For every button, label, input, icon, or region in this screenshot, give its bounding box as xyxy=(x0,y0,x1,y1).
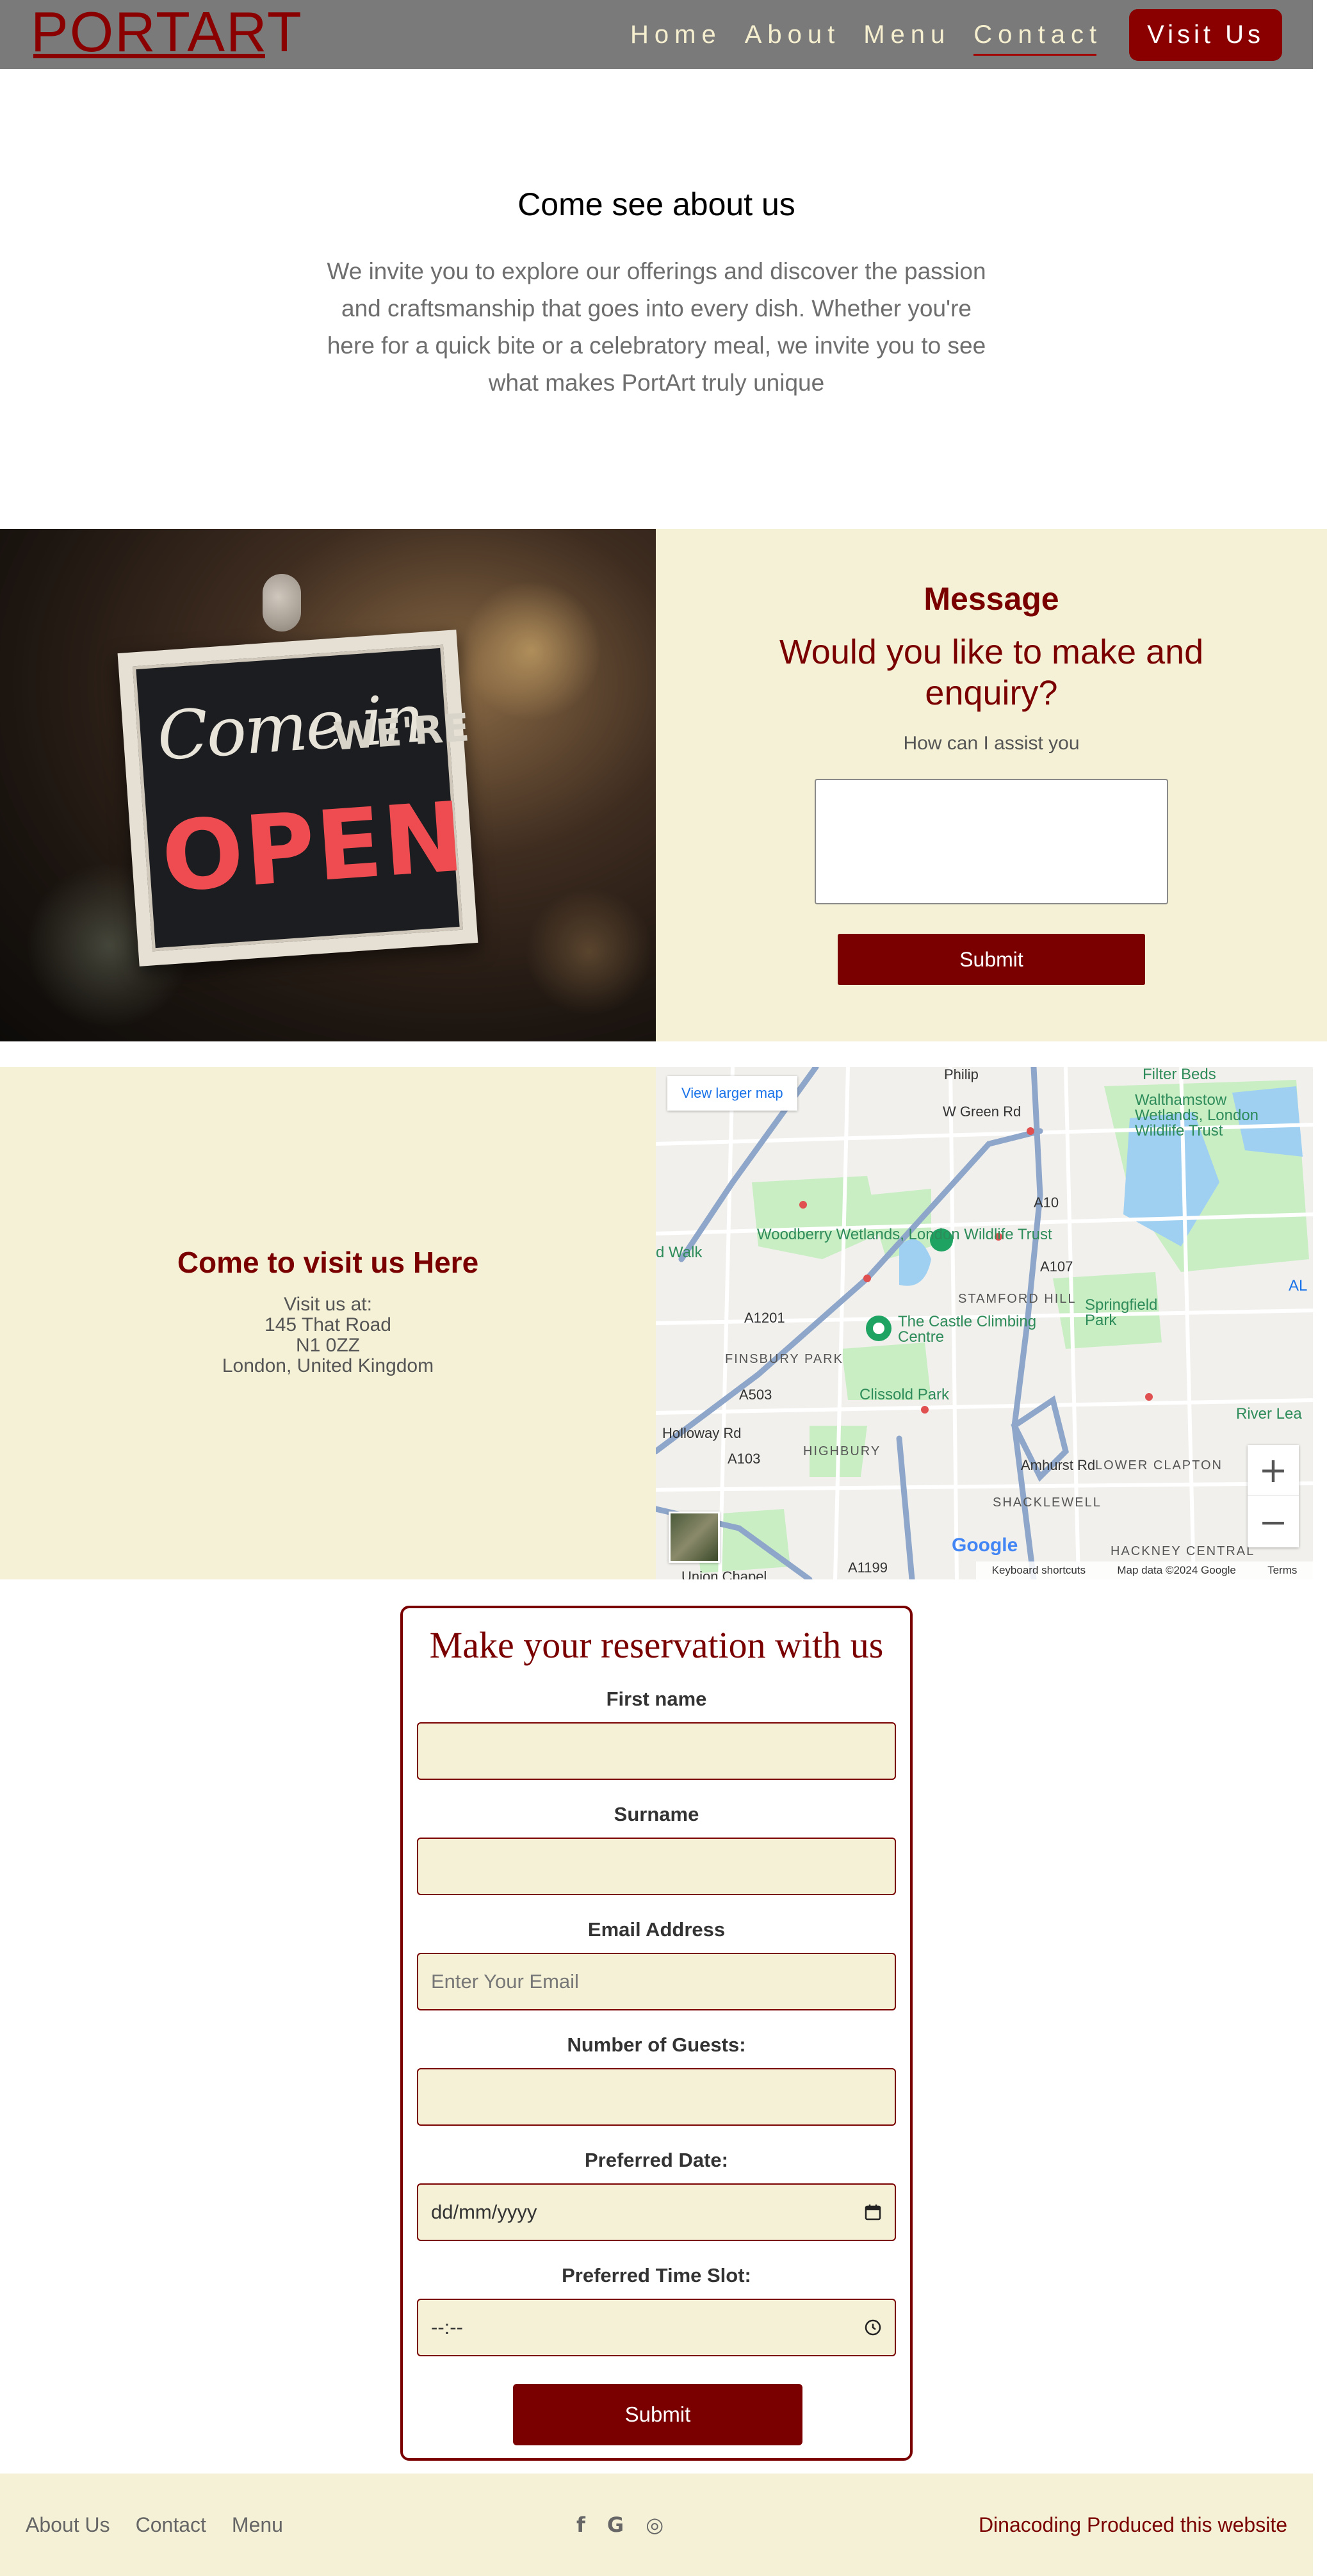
map-label-holloway: Holloway Rd xyxy=(662,1425,742,1441)
google-icon[interactable]: G xyxy=(607,2513,624,2537)
view-larger-map-link[interactable]: View larger map xyxy=(667,1076,797,1111)
top-nav: PORTART Home About Menu Contact Visit Us xyxy=(0,0,1313,69)
footer-link-menu[interactable]: Menu xyxy=(232,2513,283,2537)
open-sign: Come in WE'RE OPEN xyxy=(117,630,478,966)
first-name-label: First name xyxy=(606,1688,707,1710)
terms-link[interactable]: Terms xyxy=(1267,1564,1297,1577)
map-label-finsbury: FINSBURY PARK xyxy=(725,1352,843,1366)
map-zoom-controls: + − xyxy=(1248,1445,1299,1547)
map-label-shacklewell: SHACKLEWELL xyxy=(993,1496,1102,1510)
map-label-river-lea: River Lea xyxy=(1236,1405,1302,1423)
clock-icon[interactable] xyxy=(864,2319,882,2336)
map-label-d-walk: d Walk xyxy=(656,1244,703,1261)
keyboard-shortcuts-link[interactable]: Keyboard shortcuts xyxy=(992,1564,1086,1577)
sign-open: OPEN xyxy=(158,781,469,914)
reservation-submit-button[interactable]: Submit xyxy=(513,2384,802,2445)
bokeh-light xyxy=(525,888,653,1016)
message-help-label: How can I assist you xyxy=(903,733,1080,754)
message-submit-button[interactable]: Submit xyxy=(838,934,1145,985)
map-label-a503: A503 xyxy=(739,1387,772,1403)
message-subtitle: Would you like to make and enquiry? xyxy=(779,633,1204,712)
guests-label: Number of Guests: xyxy=(567,2034,746,2056)
zoom-in-button[interactable]: + xyxy=(1248,1445,1299,1496)
guests-field[interactable] xyxy=(417,2068,896,2126)
instagram-icon[interactable]: ◎ xyxy=(646,2513,664,2537)
visit-address: Visit us at: 145 That Road N1 0ZZ London… xyxy=(0,1294,656,1376)
message-textarea[interactable] xyxy=(815,779,1168,904)
logo[interactable]: PORTART xyxy=(31,4,303,60)
map-label-lower-clapton: LOWER CLAPTON xyxy=(1095,1458,1223,1472)
email-field[interactable]: Enter Your Email xyxy=(417,1953,896,2010)
map-label-a10: A10 xyxy=(1034,1194,1059,1211)
map-label-springfield: Springfield Park xyxy=(1085,1296,1158,1329)
email-label: Email Address xyxy=(587,1918,726,1941)
map-label-a1201: A1201 xyxy=(744,1310,785,1326)
message-title: Message xyxy=(924,581,1059,617)
nav-link-contact[interactable]: Contact xyxy=(973,20,1102,56)
google-logo: Google xyxy=(952,1535,1018,1556)
nav-link-about[interactable]: About xyxy=(745,20,841,49)
map-label-amhurst: Amhurst Rd xyxy=(1021,1457,1096,1473)
logo-underline xyxy=(33,54,265,58)
map-label-philip: Philip xyxy=(944,1067,979,1082)
surname-field[interactable] xyxy=(417,1838,896,1895)
visit-us-button[interactable]: Visit Us xyxy=(1129,8,1282,61)
open-sign-photo: Come in WE'RE OPEN xyxy=(0,529,656,1041)
open-sign-board: Come in WE'RE OPEN xyxy=(133,644,471,952)
map-label-union-chapel: Union Chapel xyxy=(681,1569,767,1580)
sign-were: WE'RE xyxy=(332,705,471,760)
date-field[interactable]: dd/mm/yyyy xyxy=(417,2183,896,2241)
map-data-text: Map data ©2024 Google xyxy=(1117,1564,1236,1576)
reservation-form: Make your reservation with us First name… xyxy=(400,1606,913,2461)
email-placeholder: Enter Your Email xyxy=(431,1970,579,1993)
google-map[interactable]: View larger map Woodberry Wetlands, Lond… xyxy=(656,1067,1313,1579)
date-value: dd/mm/yyyy xyxy=(431,2201,537,2223)
map-label-green-rd: W Green Rd xyxy=(943,1104,1022,1120)
time-label: Preferred Time Slot: xyxy=(562,2264,751,2287)
time-field[interactable]: --:-- xyxy=(417,2299,896,2356)
footer-credit: Dinacoding Produced this website xyxy=(978,2513,1287,2536)
map-label-walthamstow: Walthamstow Wetlands, London Wildlife Tr… xyxy=(1135,1091,1259,1139)
map-label-a103: A103 xyxy=(728,1451,761,1467)
message-panel: Message Would you like to make and enqui… xyxy=(656,529,1327,1041)
footer: About Us Contact Menu f G ◎ Dinacoding P… xyxy=(0,2474,1313,2576)
social-icons: f G ◎ xyxy=(576,2474,685,2576)
footer-links: About Us Contact Menu xyxy=(26,2474,309,2576)
date-label: Preferred Date: xyxy=(585,2149,728,2171)
map-label-a107: A107 xyxy=(1040,1259,1073,1275)
map-label-highbury: HIGHBURY xyxy=(803,1444,881,1458)
map-label-stamford: STAMFORD HILL xyxy=(958,1292,1077,1306)
reservation-title: Make your reservation with us xyxy=(429,1624,884,1666)
surname-label: Surname xyxy=(614,1803,699,1825)
calendar-icon[interactable] xyxy=(864,2203,882,2221)
visit-panel: Come to visit us Here Visit us at: 145 T… xyxy=(0,1067,656,1579)
footer-link-contact[interactable]: Contact xyxy=(136,2513,206,2537)
suction-hook xyxy=(263,574,301,632)
map-label-al: AL xyxy=(1289,1277,1308,1294)
visit-title: Come to visit us Here xyxy=(177,1246,479,1279)
footer-link-about[interactable]: About Us xyxy=(26,2513,110,2537)
address-line: Visit us at: xyxy=(284,1294,372,1315)
time-value: --:-- xyxy=(431,2316,463,2338)
map-label-filter-beds: Filter Beds xyxy=(1143,1067,1216,1083)
address-line: London, United Kingdom xyxy=(222,1355,434,1376)
first-name-field[interactable] xyxy=(417,1722,896,1780)
map-attribution: Keyboard shortcuts Map data ©2024 Google… xyxy=(976,1561,1313,1579)
nav-link-home[interactable]: Home xyxy=(630,20,722,49)
map-label-clissold: Clissold Park xyxy=(859,1386,950,1403)
satellite-toggle[interactable] xyxy=(669,1512,720,1563)
map-label-woodberry: Woodberry Wetlands, London Wildlife Trus… xyxy=(757,1226,1052,1243)
address-line: 145 That Road xyxy=(265,1314,391,1335)
zoom-out-button[interactable]: − xyxy=(1248,1496,1299,1547)
map-label-a1199: A1199 xyxy=(848,1560,888,1576)
map-label-castle: The Castle Climbing Centre xyxy=(898,1313,1037,1346)
facebook-icon[interactable]: f xyxy=(576,2513,585,2537)
nav-links: Home About Menu Contact Visit Us xyxy=(607,0,1282,69)
bokeh-light xyxy=(461,580,602,721)
intro-title: Come see about us xyxy=(517,186,795,222)
address-line: N1 0ZZ xyxy=(295,1335,361,1356)
map-label-hackney: HACKNEY CENTRAL xyxy=(1111,1544,1255,1558)
nav-link-menu[interactable]: Menu xyxy=(863,20,950,49)
intro-text: We invite you to explore our offerings a… xyxy=(327,258,986,396)
